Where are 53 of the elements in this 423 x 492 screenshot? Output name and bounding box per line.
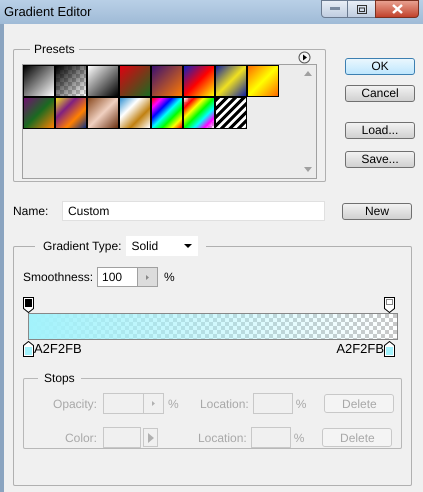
gradient-swatch[interactable] — [55, 65, 87, 97]
minimize-icon — [330, 7, 340, 11]
presets-label: Presets — [33, 41, 76, 58]
gradient-swatch[interactable] — [23, 97, 55, 129]
location-label: Location: — [200, 396, 249, 412]
name-field[interactable]: Custom — [62, 201, 325, 221]
color-stop-label: A2F2FB — [336, 341, 384, 357]
stops-label: Stops — [43, 370, 76, 387]
color-stop-label: A2F2FB — [34, 341, 82, 357]
percent-label: % — [164, 269, 175, 286]
smoothness-field[interactable]: 100 — [97, 267, 158, 287]
gradient-swatch[interactable] — [151, 65, 183, 97]
gradient-type-dropdown[interactable]: Solid — [126, 236, 198, 256]
new-button[interactable]: New — [342, 202, 412, 220]
dropdown-caret-icon — [184, 244, 192, 248]
stop-property-label: Color: — [64, 430, 97, 446]
gradient-swatch[interactable] — [183, 65, 215, 97]
name-label: Name: — [13, 203, 50, 220]
minimize-button[interactable] — [321, 0, 348, 18]
color-stop[interactable] — [384, 341, 395, 357]
gradient-swatch[interactable] — [23, 65, 55, 97]
gradient-swatch[interactable] — [119, 65, 151, 97]
opacity-stop[interactable] — [384, 297, 395, 313]
gradient-swatch[interactable] — [247, 65, 279, 97]
percent-label: % — [168, 396, 180, 412]
gradient-swatch[interactable] — [151, 97, 183, 129]
maximize-icon — [356, 4, 366, 14]
gradient-swatch[interactable] — [215, 65, 247, 97]
gradient-swatch[interactable] — [87, 65, 119, 97]
dialog-button[interactable]: Save... — [345, 151, 415, 168]
maximize-button[interactable] — [348, 0, 375, 18]
window-title: Gradient Editor — [4, 3, 92, 22]
gradient-swatch[interactable] — [215, 97, 247, 129]
gradient-swatch[interactable] — [55, 97, 87, 129]
smoothness-label: Smoothness: — [23, 269, 94, 286]
dialog-button[interactable]: Load... — [345, 122, 415, 139]
close-button[interactable] — [375, 0, 419, 18]
percent-label: % — [294, 430, 304, 446]
gradient-swatch[interactable] — [87, 97, 119, 129]
opacity-stop[interactable] — [23, 297, 34, 313]
right-arrow-icon — [146, 274, 150, 280]
location-label: Location: — [198, 430, 247, 446]
color-stop[interactable] — [23, 341, 34, 357]
close-icon — [392, 4, 402, 14]
gradient-type-label: Gradient Type: — [43, 238, 122, 255]
percent-label: % — [296, 396, 306, 412]
stop-property-label: Opacity: — [52, 396, 97, 412]
dialog-button[interactable]: Cancel — [345, 85, 415, 102]
gradient-swatch[interactable] — [183, 97, 215, 129]
dialog-button[interactable]: OK — [345, 58, 415, 75]
right-arrow-icon — [152, 401, 155, 406]
gradient-swatch[interactable] — [119, 97, 151, 129]
right-arrow-icon — [148, 432, 154, 442]
